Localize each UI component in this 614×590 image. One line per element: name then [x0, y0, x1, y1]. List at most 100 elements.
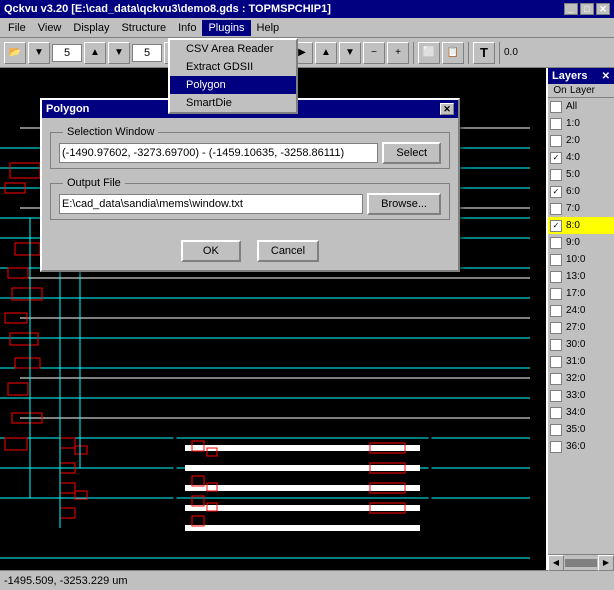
- menu-csv-reader[interactable]: CSV Area Reader: [170, 40, 296, 58]
- layer-row: 13:0: [548, 268, 614, 285]
- menu-help[interactable]: Help: [251, 20, 286, 36]
- dialog-close-button[interactable]: ✕: [440, 103, 454, 115]
- layers-column-header: On Layer: [548, 84, 614, 98]
- layer-row: 1:0: [548, 115, 614, 132]
- filter-button[interactable]: ▼: [28, 42, 50, 64]
- layer-checkbox[interactable]: [550, 356, 562, 368]
- scroll-track[interactable]: [565, 559, 597, 567]
- layer-checkbox[interactable]: [550, 373, 562, 385]
- ok-button[interactable]: OK: [181, 240, 241, 262]
- coordinates-input[interactable]: [59, 143, 378, 163]
- open-button[interactable]: 📂: [4, 42, 26, 64]
- layer-checkbox[interactable]: [550, 271, 562, 283]
- layer-row: 31:0: [548, 353, 614, 370]
- copy-button[interactable]: ⬜: [418, 42, 440, 64]
- down-button[interactable]: ▼: [339, 42, 361, 64]
- select-button[interactable]: Select: [382, 142, 441, 164]
- cancel-button[interactable]: Cancel: [257, 240, 319, 262]
- browse-button[interactable]: Browse...: [367, 193, 441, 215]
- layer-checkbox[interactable]: [550, 339, 562, 351]
- layer-name: 33:0: [566, 390, 585, 401]
- close-button[interactable]: ✕: [596, 3, 610, 15]
- layer-name: 24:0: [566, 305, 585, 316]
- layer-row: 30:0: [548, 336, 614, 353]
- layers-header: Layers ✕: [548, 68, 614, 84]
- layer-checkbox[interactable]: [550, 169, 562, 181]
- layer-name: 34:0: [566, 407, 585, 418]
- layer-row: 9:0: [548, 234, 614, 251]
- menu-display[interactable]: Display: [67, 20, 115, 36]
- layer-checkbox[interactable]: [550, 407, 562, 419]
- menu-plugins[interactable]: Plugins: [202, 20, 250, 36]
- minimize-button[interactable]: _: [564, 3, 578, 15]
- layer-row: 17:0: [548, 285, 614, 302]
- layer-checkbox[interactable]: [550, 288, 562, 300]
- layer-name: 9:0: [566, 237, 580, 248]
- layer-checkbox[interactable]: [550, 101, 562, 113]
- layer-checkbox[interactable]: [550, 424, 562, 436]
- scroll-left-button[interactable]: ◀: [548, 555, 564, 571]
- layer-name: 5:0: [566, 169, 580, 180]
- menu-extract-gdsii[interactable]: Extract GDSII: [170, 58, 296, 76]
- layer-checkbox[interactable]: [550, 237, 562, 249]
- layer-checkbox[interactable]: [550, 118, 562, 130]
- app-title: Qckvu v3.20 [E:\cad_data\qckvu3\demo8.gd…: [4, 3, 331, 15]
- layers-panel: Layers ✕ On Layer All1:02:04:05:06:07:08…: [546, 68, 614, 570]
- layers-close-button[interactable]: ✕: [602, 71, 610, 82]
- layer-checkbox[interactable]: [550, 254, 562, 266]
- layer-row: 27:0: [548, 319, 614, 336]
- layer-row: 36:0: [548, 438, 614, 455]
- menu-smartdie[interactable]: SmartDie: [170, 94, 296, 112]
- menu-structure[interactable]: Structure: [115, 20, 172, 36]
- dialog-footer: OK Cancel: [42, 236, 458, 270]
- selection-window-row: Select: [59, 142, 441, 164]
- layer-checkbox[interactable]: [550, 203, 562, 215]
- canvas-area[interactable]: Polygon ✕ Selection Window Select Out: [0, 68, 546, 570]
- window-controls: _ □ ✕: [564, 3, 610, 15]
- layer-checkbox[interactable]: [550, 390, 562, 402]
- selection-window-group: Selection Window Select: [50, 126, 450, 169]
- paste-button[interactable]: 📋: [442, 42, 464, 64]
- layer-row: 34:0: [548, 404, 614, 421]
- layer-name: 30:0: [566, 339, 585, 350]
- layer-checkbox[interactable]: [550, 152, 562, 164]
- up-button[interactable]: ▲: [315, 42, 337, 64]
- layer-checkbox[interactable]: [550, 186, 562, 198]
- zoom-minus-button[interactable]: −: [363, 42, 385, 64]
- menu-info[interactable]: Info: [172, 20, 202, 36]
- separator3: [468, 42, 469, 64]
- layer-row: 7:0: [548, 200, 614, 217]
- layer-row: All: [548, 98, 614, 115]
- menu-view[interactable]: View: [32, 20, 68, 36]
- grid1-input[interactable]: [52, 44, 82, 62]
- toolbar: 📂 ▼ ▲ ▼ ▲ ▼ 📏 🏠 ◀ ▶ ▲ ▼ − + ⬜ 📋 T 0.0: [0, 38, 614, 68]
- maximize-button[interactable]: □: [580, 3, 594, 15]
- status-bar: -1495.509, -3253.229 um: [0, 570, 614, 590]
- col-layer-label: Layer: [570, 85, 612, 96]
- layer-name: 27:0: [566, 322, 585, 333]
- layer-row: 4:0: [548, 149, 614, 166]
- layer-row: 33:0: [548, 387, 614, 404]
- grid2-input[interactable]: [132, 44, 162, 62]
- layers-title: Layers: [552, 70, 587, 82]
- layer-checkbox[interactable]: [550, 322, 562, 334]
- layers-scrollbar: ◀ ▶: [548, 554, 614, 570]
- plus-button[interactable]: +: [387, 42, 409, 64]
- text-button[interactable]: T: [473, 42, 495, 64]
- grid1-down[interactable]: ▼: [108, 42, 130, 64]
- plugins-dropdown: CSV Area Reader Extract GDSII Polygon Sm…: [168, 38, 298, 114]
- layer-checkbox[interactable]: [550, 305, 562, 317]
- menu-file[interactable]: File: [2, 20, 32, 36]
- layer-name: All: [566, 101, 577, 112]
- grid1-up[interactable]: ▲: [84, 42, 106, 64]
- title-bar: Qckvu v3.20 [E:\cad_data\qckvu3\demo8.gd…: [0, 0, 614, 18]
- file-path-input[interactable]: [59, 194, 363, 214]
- layer-name: 10:0: [566, 254, 585, 265]
- layer-checkbox[interactable]: [550, 220, 562, 232]
- layer-row: 8:0: [548, 217, 614, 234]
- menu-polygon[interactable]: Polygon: [170, 76, 296, 94]
- layer-checkbox[interactable]: [550, 441, 562, 453]
- layer-name: 8:0: [566, 220, 580, 231]
- scroll-right-button[interactable]: ▶: [598, 555, 614, 571]
- layer-checkbox[interactable]: [550, 135, 562, 147]
